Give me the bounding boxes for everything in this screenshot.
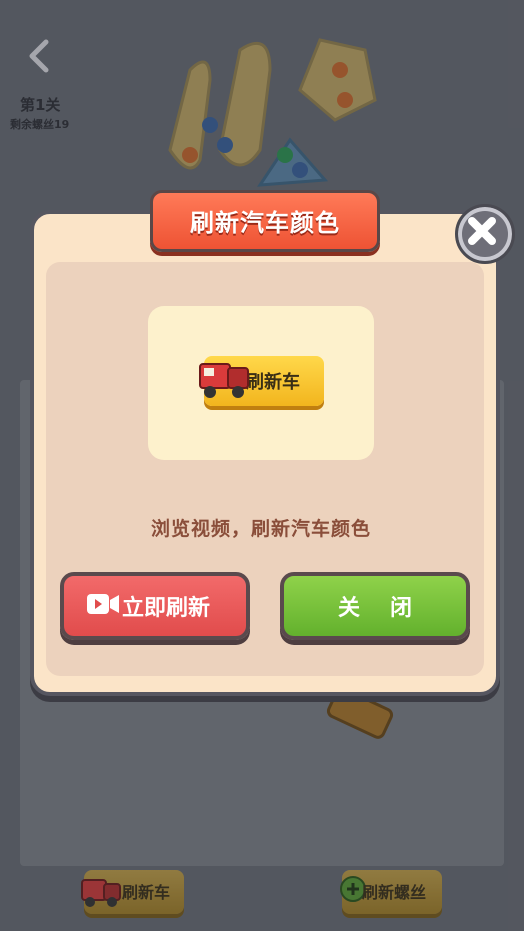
refresh-now-button[interactable]: 立即刷新: [60, 572, 250, 640]
close-icon-button[interactable]: [455, 204, 515, 264]
preview-button-label: 刷新车: [246, 372, 300, 393]
close-icon: [468, 217, 496, 245]
close-label: 关闭: [337, 596, 442, 621]
truck-icon: [199, 363, 249, 398]
refresh-now-label: 立即刷新: [122, 596, 211, 621]
dialog-title: 刷新汽车颜色: [190, 209, 340, 237]
dialog-title-banner: 刷新汽车颜色: [150, 190, 380, 252]
video-icon: [87, 594, 119, 614]
close-button[interactable]: 关闭: [280, 572, 470, 640]
dialog-description: 浏览视频，刷新汽车颜色: [150, 518, 371, 540]
